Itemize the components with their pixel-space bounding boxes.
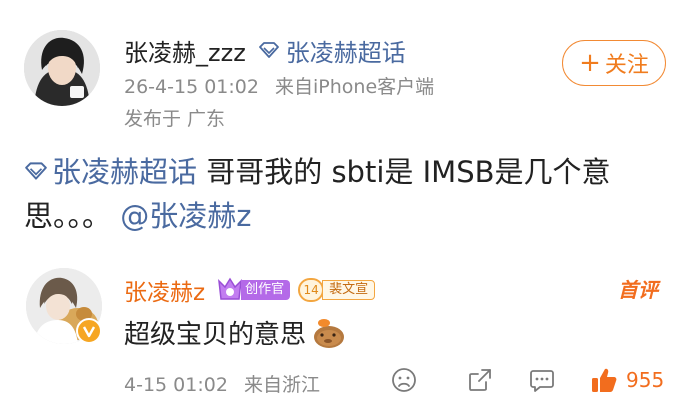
avatar[interactable] xyxy=(24,30,100,106)
post-body: 张凌赫超话 哥哥我的 sbti是 IMSB是几个意思。。。 @张凌赫z xyxy=(24,150,664,238)
post-source: 来自iPhone客户端 xyxy=(275,76,435,98)
topic-link-label: 张凌赫超话 xyxy=(285,38,406,67)
comment-source: 来自浙江 xyxy=(243,374,320,396)
capybara-emoji xyxy=(314,318,345,348)
comment-item: 张凌赫z 创作官 14 裴文宣 首评 超级宝贝的意思 4-15 01:02 来自 xyxy=(0,262,690,405)
topic-inline-link[interactable]: 张凌赫超话 xyxy=(24,155,197,189)
follow-label: 关注 xyxy=(604,53,649,78)
vip-badge-icon xyxy=(76,318,102,344)
post-location: 发布于 广东 xyxy=(124,108,226,130)
topic-diamond-icon xyxy=(25,162,47,180)
author-row: 张凌赫_zzz 张凌赫超话 xyxy=(124,30,406,70)
fan-level: 14 xyxy=(298,278,325,302)
like-thumb-icon xyxy=(592,368,617,392)
topic-link[interactable]: 张凌赫超话 xyxy=(258,33,406,68)
like-count: 955 xyxy=(626,368,665,392)
topic-diamond-icon xyxy=(258,42,279,58)
topic-inline-label: 张凌赫超话 xyxy=(52,155,198,189)
comment-author-row: 张凌赫z 创作官 14 裴文宣 xyxy=(124,273,376,307)
comment-footer: 4-15 01:02 来自浙江 955 xyxy=(124,366,684,398)
top-comment-label: 首评 xyxy=(618,278,658,302)
comment-meta: 4-15 01:02 来自浙江 xyxy=(124,370,320,397)
share-icon[interactable] xyxy=(466,366,494,394)
fan-badge[interactable]: 14 裴文宣 xyxy=(298,278,376,302)
plus-icon: + xyxy=(579,48,601,78)
comment-text: 超级宝贝的意思 xyxy=(124,320,307,350)
post-meta: 26-4-15 01:02 来自iPhone客户端 xyxy=(124,72,434,99)
comment-author[interactable]: 张凌赫z xyxy=(124,273,205,307)
follow-button[interactable]: + 关注 xyxy=(562,40,666,86)
creator-badge[interactable]: 创作官 xyxy=(215,277,291,302)
mention-link[interactable]: @张凌赫z xyxy=(120,199,251,233)
comment-text-row: 超级宝贝的意思 xyxy=(124,314,346,351)
fan-badge-label: 裴文宣 xyxy=(322,280,376,300)
like-button[interactable]: 955 xyxy=(590,366,664,394)
post-header: 张凌赫_zzz 张凌赫超话 26-4-15 01:02 来自iPhone客户端 … xyxy=(0,0,690,150)
dislike-face-icon[interactable] xyxy=(390,366,418,394)
creator-badge-label: 创作官 xyxy=(241,280,291,300)
comment-icon[interactable] xyxy=(528,366,556,394)
post-time: 26-4-15 01:02 xyxy=(124,76,259,98)
author-name[interactable]: 张凌赫_zzz xyxy=(124,33,246,68)
comment-time: 4-15 01:02 xyxy=(124,374,228,396)
